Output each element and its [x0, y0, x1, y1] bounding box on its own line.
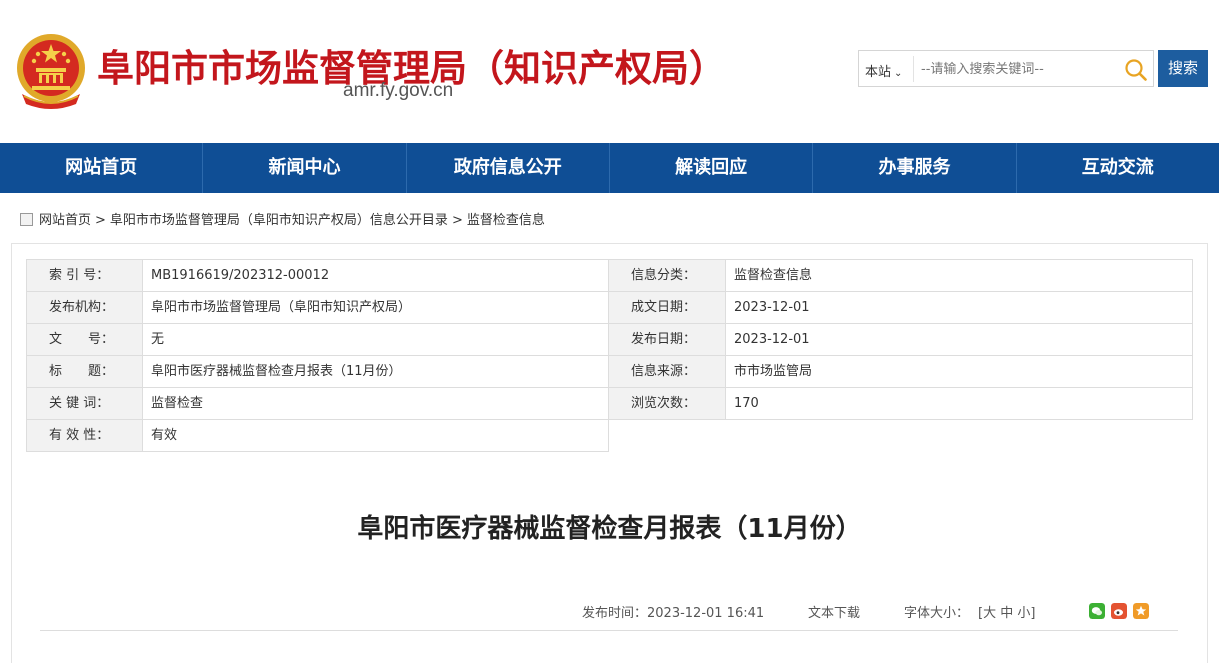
meta-label: 有 效 性：: [26, 419, 143, 452]
national-emblem-icon: [17, 34, 85, 109]
meta-label: 关 键 词：: [26, 387, 143, 420]
search-scope-label: 本站: [865, 65, 892, 80]
search-icon[interactable]: [1124, 58, 1148, 82]
breadcrumb-separator: >: [451, 213, 463, 228]
breadcrumb-current[interactable]: 监督检查信息: [467, 213, 545, 228]
nav-item-home[interactable]: 网站首页: [0, 143, 204, 193]
meta-value: 监督检查信息: [725, 259, 1193, 292]
meta-row: 索 引 号： MB1916619/202312-00012 信息分类： 监督检查…: [26, 259, 1194, 292]
meta-label: 文 号：: [26, 323, 143, 356]
site-header: 阜阳市市场监督管理局（知识产权局） amr.fy.gov.cn 本站⌄ 搜索: [0, 0, 1219, 143]
search-scope-divider: [913, 56, 914, 82]
nav-item-interaction[interactable]: 互动交流: [1017, 143, 1219, 193]
font-size-options[interactable]: [大 中 小]: [978, 602, 1035, 621]
meta-value: 2023-12-01: [725, 323, 1193, 356]
meta-row: 标 题： 阜阳市医疗器械监督检查月报表（11月份） 信息来源： 市市场监管局: [26, 355, 1194, 388]
text-download-link[interactable]: 文本下载: [808, 602, 860, 621]
meta-row: 文 号： 无 发布日期： 2023-12-01: [26, 323, 1194, 356]
wechat-share-icon[interactable]: [1089, 603, 1105, 619]
site-domain: amr.fy.gov.cn: [343, 80, 454, 101]
search-input[interactable]: [921, 57, 1111, 81]
search-scope-select[interactable]: 本站 ⌄: [865, 61, 902, 80]
breadcrumb: 网站首页 > 阜阳市市场监督管理局（阜阳市知识产权局）信息公开目录 > 监督检查信息: [20, 209, 545, 228]
breadcrumb-catalog[interactable]: 阜阳市市场监督管理局（阜阳市知识产权局）信息公开目录: [110, 213, 448, 228]
weibo-share-icon[interactable]: [1111, 603, 1127, 619]
meta-label: 浏览次数：: [608, 387, 726, 420]
nav-item-services[interactable]: 办事服务: [813, 143, 1017, 193]
meta-label: 成文日期：: [608, 291, 726, 324]
home-icon: [20, 213, 33, 226]
meta-row: 发布机构： 阜阳市市场监督管理局（阜阳市知识产权局） 成文日期： 2023-12…: [26, 291, 1194, 324]
article-divider: [40, 630, 1178, 631]
nav-item-interpretation[interactable]: 解读回应: [610, 143, 814, 193]
chevron-down-icon: ⌄: [894, 68, 903, 79]
meta-label: 索 引 号：: [26, 259, 143, 292]
breadcrumb-home[interactable]: 网站首页: [39, 213, 91, 228]
meta-value: 无: [142, 323, 609, 356]
nav-item-gov-info[interactable]: 政府信息公开: [407, 143, 610, 193]
search-box: 本站 ⌄: [858, 50, 1154, 87]
meta-value: 有效: [142, 419, 609, 452]
publish-time: 发布时间：2023-12-01 16:41: [582, 606, 765, 621]
meta-label: 信息分类：: [608, 259, 726, 292]
main-nav: 网站首页 新闻中心 政府信息公开 解读回应 办事服务 互动交流: [0, 143, 1219, 193]
info-meta-table: 索 引 号： MB1916619/202312-00012 信息分类： 监督检查…: [26, 259, 1194, 452]
meta-value: 监督检查: [142, 387, 609, 420]
search-button[interactable]: 搜索: [1158, 50, 1208, 87]
meta-row: 有 效 性： 有效: [26, 419, 1194, 452]
meta-row: 关 键 词： 监督检查 浏览次数： 170: [26, 387, 1194, 420]
meta-label: 发布日期：: [608, 323, 726, 356]
meta-value: 170: [725, 387, 1193, 420]
favorite-icon[interactable]: [1133, 603, 1149, 619]
meta-value: 2023-12-01: [725, 291, 1193, 324]
meta-label: 发布机构：: [26, 291, 143, 324]
nav-item-news[interactable]: 新闻中心: [203, 143, 407, 193]
meta-value: MB1916619/202312-00012: [142, 259, 609, 292]
meta-label: 标 题：: [26, 355, 143, 388]
meta-value: 阜阳市医疗器械监督检查月报表（11月份）: [142, 355, 609, 388]
article-title: 阜阳市医疗器械监督检查月报表（11月份）: [357, 514, 862, 544]
font-size-label: 字体大小：: [904, 606, 970, 621]
meta-value: 阜阳市市场监督管理局（阜阳市知识产权局）: [142, 291, 609, 324]
meta-value: 市市场监管局: [725, 355, 1193, 388]
breadcrumb-separator: >: [95, 213, 106, 228]
meta-label: 信息来源：: [608, 355, 726, 388]
